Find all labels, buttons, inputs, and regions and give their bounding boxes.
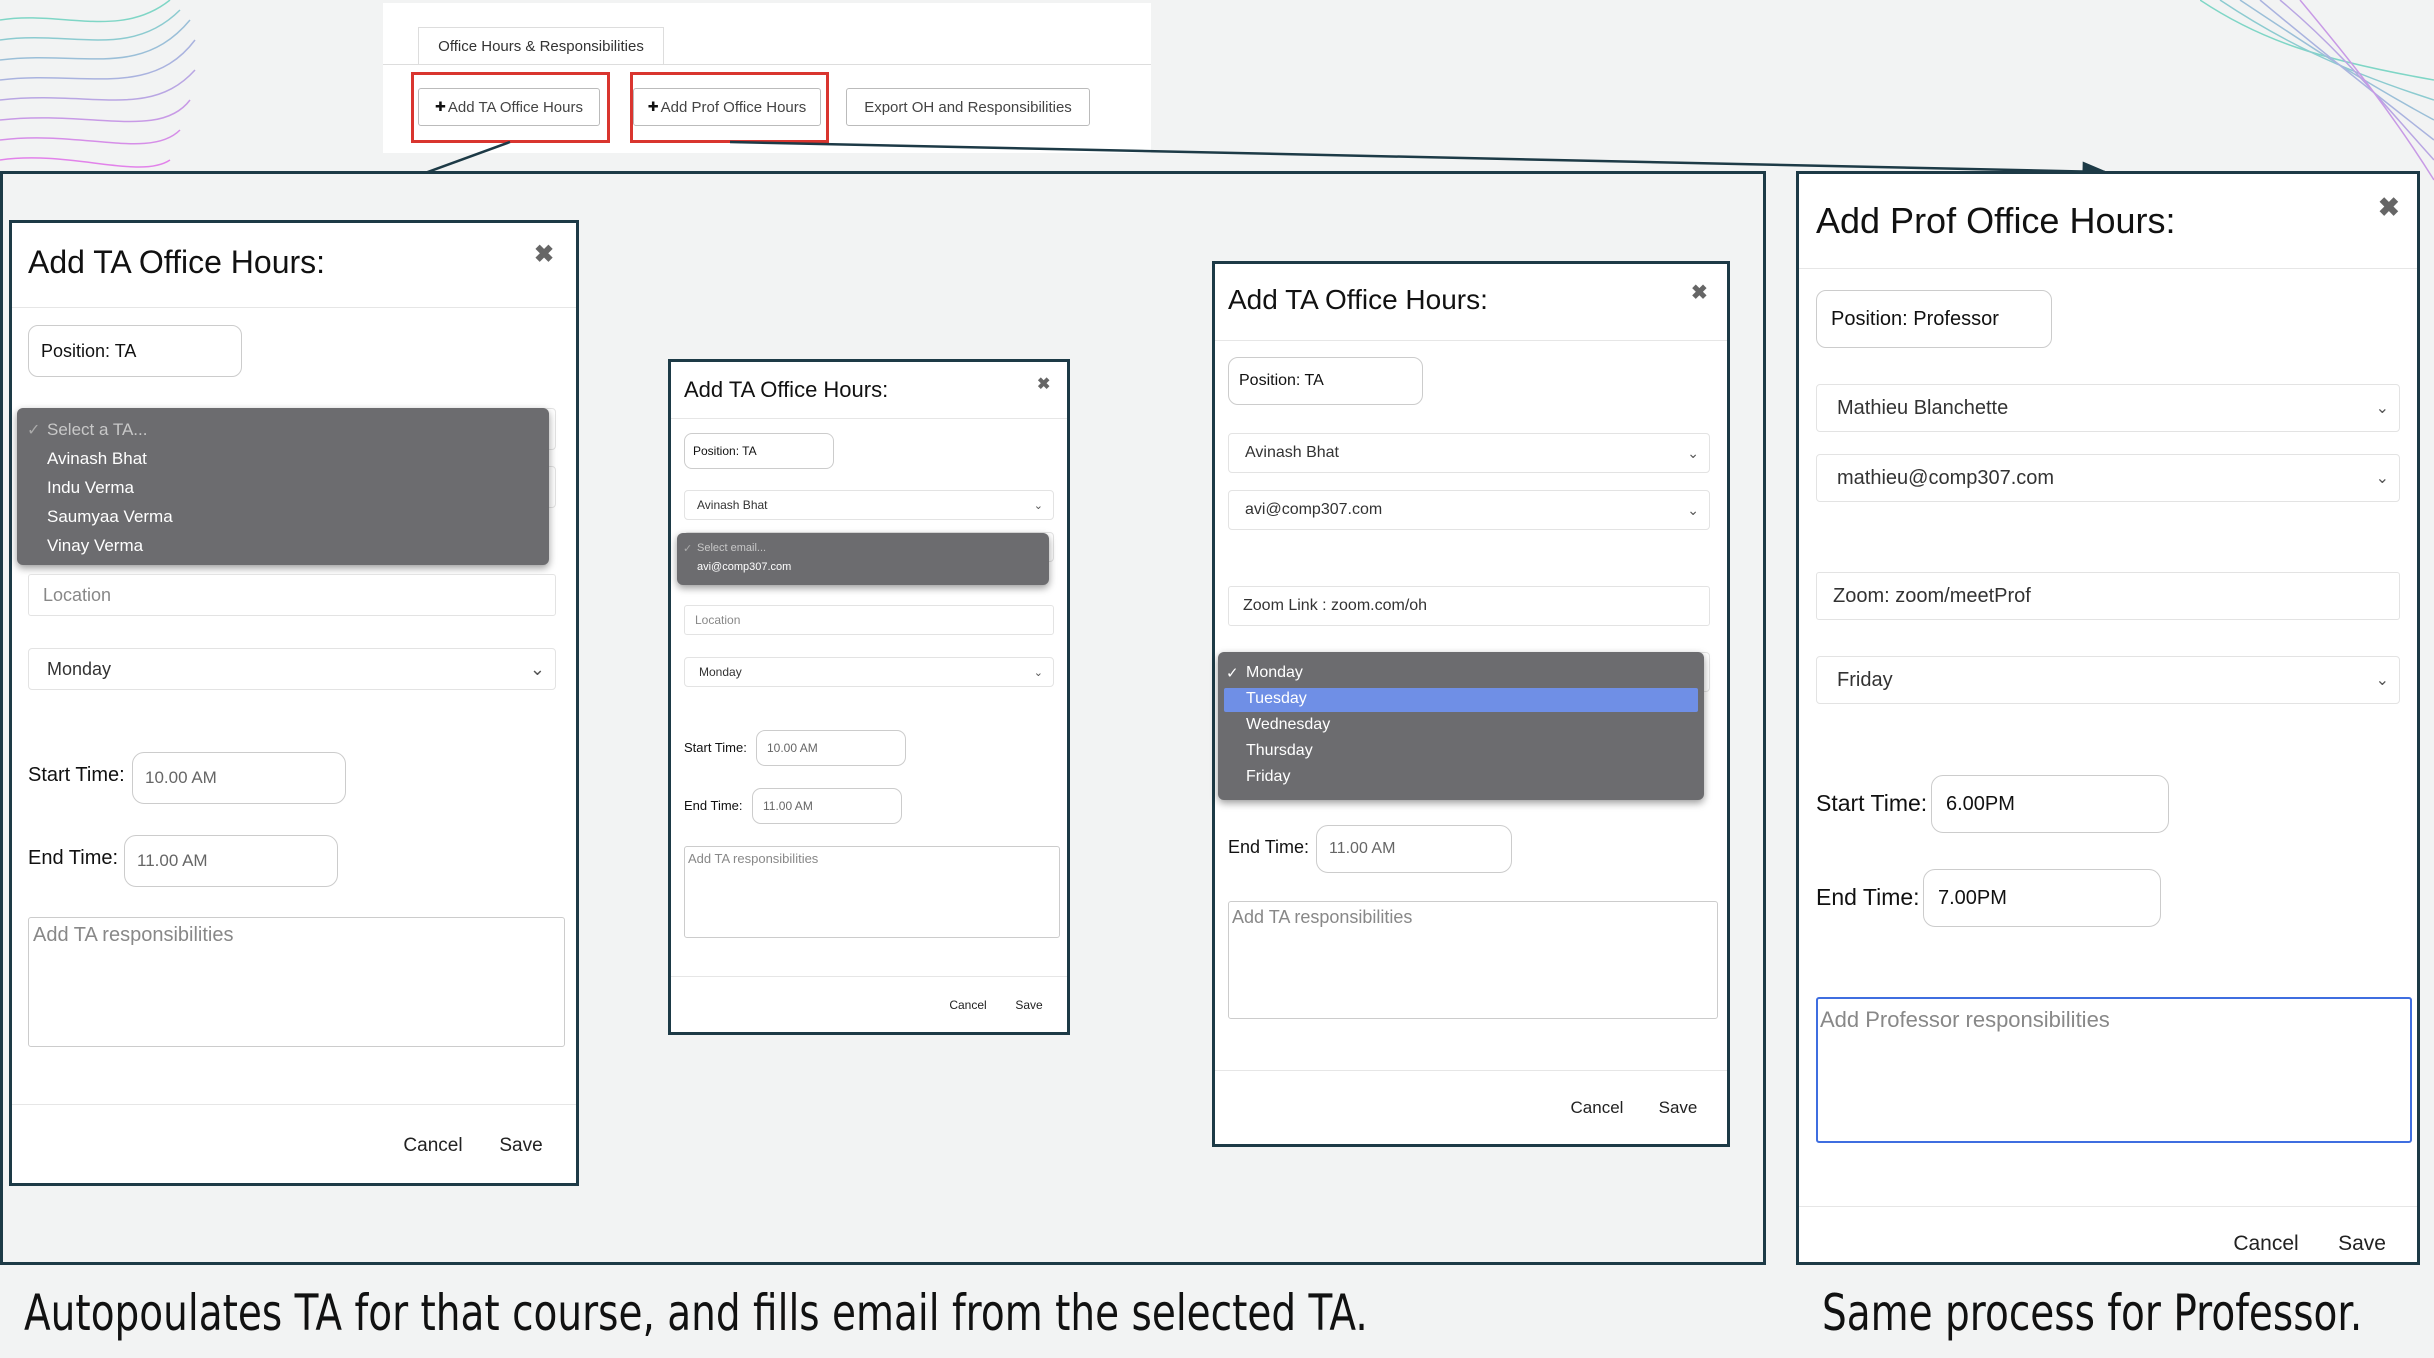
caption-left: Autopoulates TA for that course, and fil… [24, 1284, 1368, 1342]
divider [1215, 340, 1727, 341]
chevron-down-icon: ⌄ [2375, 470, 2389, 487]
location-input[interactable]: Location [684, 605, 1054, 635]
responsibilities-textarea[interactable]: Add Professor responsibilities [1816, 997, 2412, 1143]
close-icon[interactable]: ✖ [1037, 374, 1050, 394]
position-field: Position: Professor [1816, 290, 2052, 348]
email-select[interactable]: mathieu@comp307.com ⌄ [1816, 454, 2400, 502]
ta-option[interactable]: Select a TA... [47, 420, 147, 440]
close-icon[interactable]: ✖ [2378, 192, 2400, 223]
cancel-button[interactable]: Cancel [1558, 1086, 1636, 1130]
professor-value: Mathieu Blanchette [1837, 396, 2009, 419]
cancel-button[interactable]: Cancel [392, 1122, 474, 1170]
start-time-input[interactable]: 10.00 AM [132, 752, 346, 804]
day-select[interactable]: Friday ⌄ [1816, 656, 2400, 704]
divider [671, 418, 1067, 419]
day-option[interactable]: Friday [1246, 768, 1290, 786]
save-button[interactable]: Save [2322, 1232, 2402, 1264]
position-field: Position: TA [684, 433, 834, 469]
check-icon: ✓ [27, 422, 41, 439]
day-option[interactable]: Wednesday [1246, 716, 1330, 734]
ta-dropdown-menu[interactable]: ✓ Select a TA... Avinash Bhat Indu Verma… [17, 408, 549, 565]
chevron-down-icon: ⌄ [529, 658, 545, 679]
divider [1799, 1206, 2417, 1207]
divider [1799, 268, 2417, 269]
modal-title: Add Prof Office Hours: [1816, 200, 2176, 241]
day-option[interactable]: Tuesday [1246, 690, 1307, 708]
save-button[interactable]: Save [1004, 990, 1054, 1020]
end-time-input[interactable]: 7.00PM [1923, 869, 2161, 927]
ta-value: Avinash Bhat [697, 498, 768, 512]
divider [12, 307, 576, 308]
divider [12, 1104, 576, 1105]
divider [1215, 1070, 1727, 1071]
day-value: Monday [47, 658, 112, 679]
responsibilities-textarea[interactable]: Add TA responsibilities [1228, 901, 1718, 1019]
modal-title: Add TA Office Hours: [28, 244, 326, 280]
chevron-down-icon: ⌄ [1033, 499, 1043, 512]
end-time-label: End Time: [28, 847, 119, 869]
start-time-label: Start Time: [684, 740, 747, 755]
save-button[interactable]: Save [486, 1122, 556, 1170]
cancel-button[interactable]: Cancel [940, 990, 996, 1020]
caption-right: Same process for Professor. [1822, 1284, 2363, 1342]
save-button[interactable]: Save [1646, 1086, 1710, 1130]
chevron-down-icon: ⌄ [2375, 400, 2389, 417]
email-option[interactable]: Select email... [697, 542, 766, 554]
chevron-down-icon: ⌄ [1687, 444, 1699, 461]
start-time-label: Start Time: [28, 764, 125, 786]
email-select[interactable]: avi@comp307.com ⌄ [1228, 490, 1710, 530]
email-value: avi@comp307.com [1245, 501, 1383, 518]
start-time-input[interactable]: 6.00PM [1931, 775, 2169, 833]
check-icon: ✓ [1226, 665, 1239, 682]
close-icon[interactable]: ✖ [1691, 280, 1708, 305]
chevron-down-icon: ⌄ [1687, 501, 1699, 518]
end-time-label: End Time: [1228, 837, 1310, 857]
chevron-down-icon: ⌄ [1033, 666, 1043, 679]
day-dropdown-menu[interactable]: ✓ Monday Tuesday Wednesday Thursday Frid… [1218, 652, 1704, 800]
day-value: Friday [1837, 668, 1893, 691]
end-time-input[interactable]: 11.00 AM [752, 788, 902, 824]
modal-title: Add TA Office Hours: [684, 377, 889, 402]
zoom-link-input[interactable]: Zoom: zoom/meetProf [1816, 572, 2400, 620]
end-time-input[interactable]: 11.00 AM [124, 835, 338, 887]
start-time-label: Start Time: [1816, 790, 1928, 816]
end-time-input[interactable]: 11.00 AM [1316, 825, 1512, 873]
ta-select[interactable]: Avinash Bhat ⌄ [1228, 433, 1710, 473]
zoom-link-input[interactable]: Zoom Link : zoom.com/oh [1228, 586, 1710, 626]
position-field: Position: TA [1228, 357, 1423, 405]
day-option[interactable]: Thursday [1246, 742, 1313, 760]
responsibilities-textarea[interactable]: Add TA responsibilities [684, 846, 1060, 938]
close-icon[interactable]: ✖ [534, 240, 554, 269]
ta-option[interactable]: Indu Verma [47, 478, 134, 498]
modal-title: Add TA Office Hours: [1228, 284, 1488, 315]
email-option[interactable]: avi@comp307.com [697, 561, 791, 573]
ta-option[interactable]: Saumyaa Verma [47, 507, 173, 527]
location-input[interactable]: Location [28, 574, 556, 616]
position-field: Position: TA [28, 325, 242, 377]
email-value: mathieu@comp307.com [1837, 466, 2055, 489]
ta-option[interactable]: Vinay Verma [47, 536, 143, 556]
ta-value: Avinash Bhat [1245, 444, 1339, 461]
day-select[interactable]: Monday ⌄ [28, 648, 556, 690]
day-value: Monday [699, 665, 742, 679]
end-time-label: End Time: [684, 798, 743, 813]
cancel-button[interactable]: Cancel [2220, 1232, 2312, 1264]
check-icon: ✓ [683, 543, 693, 555]
responsibilities-textarea[interactable]: Add TA responsibilities [28, 917, 565, 1047]
divider [671, 976, 1067, 977]
day-option[interactable]: Monday [1246, 664, 1303, 682]
ta-select[interactable]: Avinash Bhat ⌄ [684, 490, 1054, 520]
professor-select[interactable]: Mathieu Blanchette ⌄ [1816, 384, 2400, 432]
chevron-down-icon: ⌄ [2375, 672, 2389, 689]
start-time-input[interactable]: 10.00 AM [756, 730, 906, 766]
ta-option[interactable]: Avinash Bhat [47, 449, 147, 469]
end-time-label: End Time: [1816, 884, 1920, 910]
email-dropdown-menu[interactable]: ✓ Select email... avi@comp307.com [677, 533, 1049, 585]
day-select[interactable]: Monday ⌄ [684, 657, 1054, 687]
